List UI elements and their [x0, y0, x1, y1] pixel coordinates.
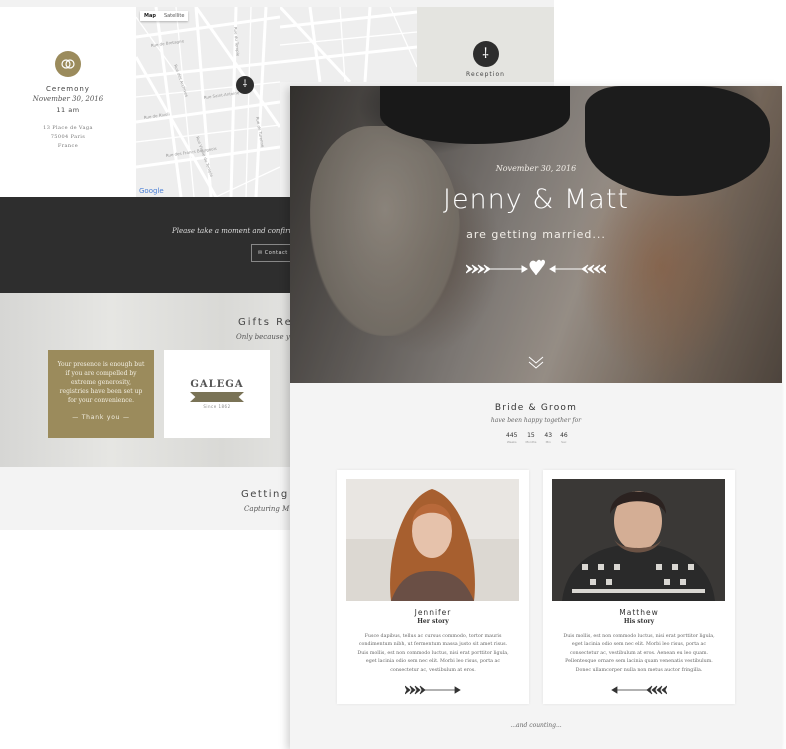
bride-groom-section: Bride & Groom have been happy together f…: [290, 383, 782, 749]
and-counting-text: ...and counting...: [510, 722, 562, 729]
counter-unit: 46 Sec: [560, 432, 568, 444]
gift-message-card: Your presence is enough but if you are c…: [48, 350, 154, 438]
arrow-right-icon: [405, 685, 461, 695]
reception-map[interactable]: [280, 7, 417, 82]
counter-unit: 15 Months: [525, 432, 536, 444]
counter-value: 43: [544, 432, 553, 439]
mail-icon: ✉: [258, 250, 263, 256]
bride-groom-title: Bride & Groom: [494, 403, 578, 413]
reception-title: Reception: [466, 71, 505, 78]
address-line: 75004 Paris: [50, 134, 86, 140]
chevron-down-icon[interactable]: [527, 354, 545, 370]
arrow-left-icon: [611, 685, 667, 695]
counter-label: Months: [525, 440, 537, 444]
map-streets: [280, 7, 417, 82]
groom-card: Matthew His story Duis mollis, est non c…: [543, 470, 735, 704]
together-counter: 445 Weeks 15 Months 43 Min 46 Sec: [506, 432, 568, 444]
gift-card-text: Your presence is enough but if you are c…: [57, 361, 145, 404]
hero-section: November 30, 2016 Jenny & Matt are getti…: [290, 86, 782, 383]
map-type-tabs: Map Satellite: [140, 11, 189, 21]
front-page: November 30, 2016 Jenny & Matt are getti…: [290, 86, 782, 749]
counter-label: Weeks: [506, 440, 517, 444]
address-line: 13 Place de Vaga: [43, 125, 93, 131]
ceremony-title: Ceremony: [46, 85, 90, 93]
ceremony-date: November 30, 2016: [32, 95, 104, 103]
couple-names: Jenny & Matt: [442, 184, 629, 215]
map-tab-satellite[interactable]: Satellite: [160, 11, 188, 21]
counter-unit: 43 Min: [544, 432, 552, 444]
fork-knife-icon[interactable]: ⸸: [236, 76, 254, 94]
counter-unit: 445 Weeks: [506, 432, 517, 444]
getting-ready-subtitle: Capturing M: [244, 505, 290, 513]
counter-label: Min: [545, 440, 551, 444]
map-tab-map[interactable]: Map: [140, 11, 160, 21]
ceremony-time: 11 am: [56, 106, 80, 114]
reception-panel: ⸸ Reception: [417, 7, 554, 82]
counter-value: 445: [506, 432, 518, 439]
ceremony-panel: Ceremony November 30, 2016 11 am 13 Plac…: [0, 7, 136, 197]
groom-name: Matthew: [619, 608, 659, 617]
groom-story-title: His story: [623, 618, 655, 625]
google-logo: Google: [139, 187, 164, 195]
wedding-rings-icon: [55, 51, 81, 77]
counter-value: 15: [527, 432, 535, 439]
counter-value: 46: [560, 432, 568, 439]
map-streets: Rue des Archives Rue de Rivoli Rue Saint…: [136, 7, 280, 197]
bride-card: Jennifer Her story Fusce dapibus, tellus…: [337, 470, 529, 704]
bride-story-title: Her story: [417, 618, 449, 625]
groom-story-text: Duis mollis, est non commodo luctus, nis…: [563, 634, 715, 673]
hero-date: November 30, 2016: [495, 164, 577, 173]
street-label: Rue de Turenne: [255, 116, 265, 148]
ceremony-map[interactable]: Rue des Archives Rue de Rivoli Rue Saint…: [136, 7, 280, 197]
partner-tagline: Since 1862: [203, 404, 231, 409]
address-line: France: [57, 143, 79, 149]
registry-partner-logo[interactable]: GALEGA Since 1862: [164, 350, 270, 438]
fork-knife-icon: ⸸: [472, 41, 499, 67]
groom-photo: [552, 479, 725, 601]
rsvp-text: Please take a moment and confirm: [172, 227, 296, 235]
bride-story-text: Fusce dapibus, tellus ac cursus commodo,…: [357, 634, 509, 673]
hearts-arrow-icon: [466, 259, 606, 276]
ribbon-icon: [190, 392, 244, 402]
thank-you-link[interactable]: — Thank you —: [56, 413, 146, 422]
counter-label: Sec: [561, 440, 567, 444]
bride-name: Jennifer: [414, 608, 452, 617]
hero-tagline: are getting married...: [466, 228, 606, 241]
bride-groom-subtitle: have been happy together for: [490, 417, 582, 424]
bride-photo: [346, 479, 519, 601]
ceremony-address: 13 Place de Vaga 75004 Paris France: [0, 124, 136, 151]
partner-name: GALEGA: [190, 379, 244, 390]
contact-button-label: Contact: [264, 250, 288, 256]
gifts-subtitle: Only because yo: [236, 333, 295, 341]
